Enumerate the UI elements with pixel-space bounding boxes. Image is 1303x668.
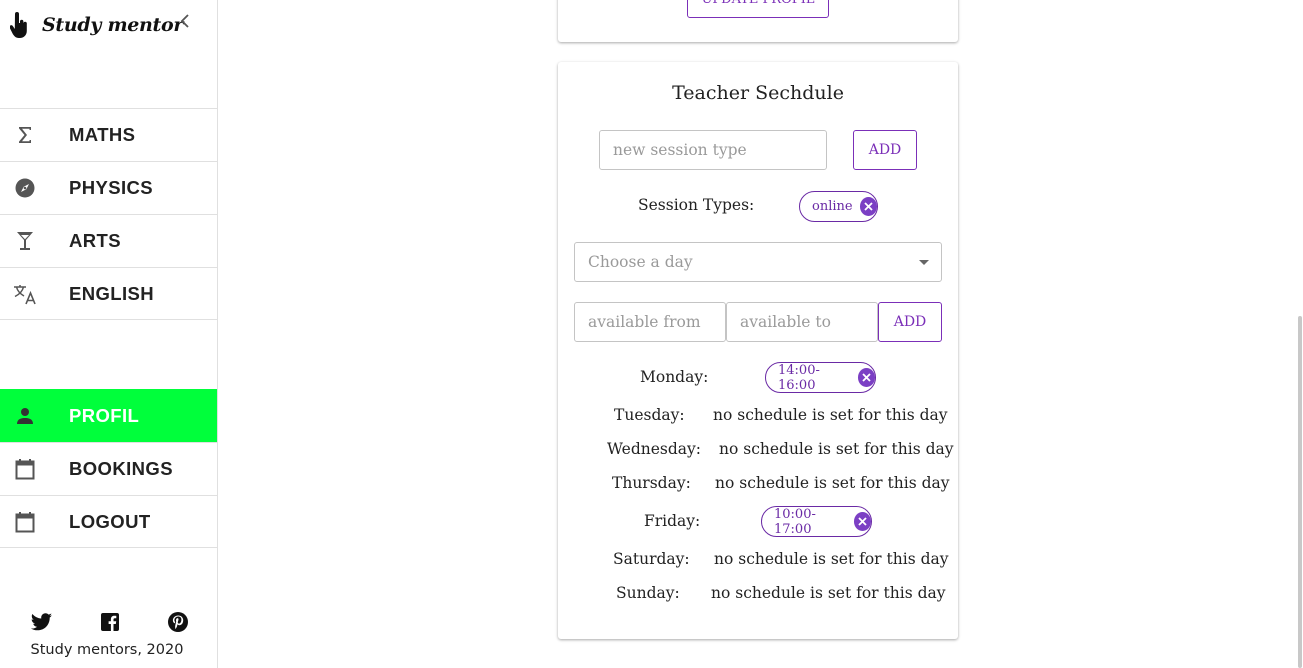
empty-schedule-text: no schedule is set for this day bbox=[719, 440, 954, 458]
remove-chip-icon[interactable] bbox=[859, 197, 877, 216]
person-icon bbox=[12, 403, 38, 429]
add-slot-button[interactable]: ADD bbox=[878, 302, 942, 342]
twitter-icon[interactable] bbox=[30, 610, 54, 634]
translate-icon bbox=[12, 281, 38, 307]
empty-schedule-text: no schedule is set for this day bbox=[713, 406, 948, 424]
empty-schedule-text: no schedule is set for this day bbox=[714, 550, 949, 568]
empty-schedule-text: no schedule is set for this day bbox=[715, 474, 950, 492]
nav-item-arts[interactable]: ARTS bbox=[0, 214, 217, 267]
teacher-schedule-card: Teacher Sechdule new session type ADD Se… bbox=[558, 62, 958, 639]
available-to-input[interactable]: available to bbox=[726, 302, 878, 342]
calendar-icon bbox=[12, 456, 38, 482]
compass-icon bbox=[12, 175, 38, 201]
page-scrollbar[interactable] bbox=[1298, 316, 1302, 668]
hand-pointer-icon bbox=[8, 11, 30, 39]
session-type-chip: online bbox=[799, 191, 878, 222]
update-profil-button[interactable]: UPDATE PROFIL bbox=[687, 0, 829, 18]
brand-title: Study mentor bbox=[42, 14, 184, 36]
footer-copyright: Study mentors, 2020 bbox=[30, 642, 184, 658]
nav-label-english: ENGLISH bbox=[69, 282, 155, 304]
cocktail-glass-icon bbox=[12, 228, 38, 254]
nav-item-physics[interactable]: PHYSICS bbox=[0, 161, 217, 214]
nav-item-maths[interactable]: MATHS bbox=[0, 108, 217, 161]
sidebar: Study mentor MATHS PHYSICS ARTS ENGLISH … bbox=[0, 0, 218, 668]
chevron-left-icon bbox=[180, 13, 190, 32]
remove-chip-icon[interactable] bbox=[857, 368, 875, 387]
available-from-placeholder: available from bbox=[588, 313, 701, 331]
nav-item-english[interactable]: ENGLISH bbox=[0, 267, 217, 320]
day-label-monday: Monday: bbox=[640, 368, 709, 386]
day-label-sunday: Sunday: bbox=[616, 584, 680, 602]
nav-label-physics: PHYSICS bbox=[69, 177, 154, 198]
slot-chip-monday: 14:00-16:00 bbox=[765, 362, 876, 393]
empty-schedule-text: no schedule is set for this day bbox=[711, 584, 946, 602]
choose-day-select[interactable]: Choose a day bbox=[574, 242, 942, 282]
social-links bbox=[30, 610, 190, 634]
new-session-type-input[interactable]: new session type bbox=[599, 130, 827, 170]
slot-chip-label: 10:00-17:00 bbox=[774, 506, 816, 537]
collapse-sidebar-button[interactable] bbox=[176, 12, 194, 32]
calendar-icon bbox=[12, 509, 38, 535]
nav-item-profil[interactable]: PROFIL bbox=[0, 389, 217, 442]
available-from-input[interactable]: available from bbox=[574, 302, 726, 342]
slot-chip-friday: 10:00-17:00 bbox=[761, 506, 872, 537]
day-label-saturday: Saturday: bbox=[613, 550, 690, 568]
slot-chip-label: 14:00-16:00 bbox=[778, 362, 820, 393]
remove-chip-icon[interactable] bbox=[853, 512, 871, 531]
account-nav: PROFIL BOOKINGS LOGOUT bbox=[0, 389, 217, 548]
card-title: Teacher Sechdule bbox=[672, 82, 844, 104]
profile-card: UPDATE PROFIL bbox=[558, 0, 958, 42]
choose-day-placeholder: Choose a day bbox=[588, 253, 693, 271]
add-session-type-button[interactable]: ADD bbox=[853, 130, 917, 170]
nav-label-logout: LOGOUT bbox=[69, 510, 151, 532]
available-to-placeholder: available to bbox=[740, 313, 831, 331]
session-type-chip-label: online bbox=[812, 199, 853, 214]
day-label-wednesday: Wednesday: bbox=[607, 440, 702, 458]
session-types-label: Session Types: bbox=[638, 196, 755, 214]
day-label-tuesday: Tuesday: bbox=[614, 406, 685, 424]
nav-item-logout[interactable]: LOGOUT bbox=[0, 495, 217, 548]
pinterest-icon[interactable] bbox=[166, 610, 190, 634]
dropdown-arrow-icon bbox=[919, 260, 929, 265]
new-session-type-placeholder: new session type bbox=[613, 141, 747, 159]
nav-label-maths: MATHS bbox=[69, 124, 136, 145]
facebook-icon[interactable] bbox=[98, 610, 122, 634]
day-label-thursday: Thursday: bbox=[612, 474, 691, 492]
nav-label-profil: PROFIL bbox=[69, 405, 140, 426]
subject-nav: MATHS PHYSICS ARTS ENGLISH bbox=[0, 108, 217, 320]
nav-item-bookings[interactable]: BOOKINGS bbox=[0, 442, 217, 495]
day-label-friday: Friday: bbox=[644, 512, 701, 530]
sigma-icon bbox=[12, 122, 38, 148]
nav-label-arts: ARTS bbox=[69, 230, 121, 251]
nav-label-bookings: BOOKINGS bbox=[69, 458, 173, 479]
